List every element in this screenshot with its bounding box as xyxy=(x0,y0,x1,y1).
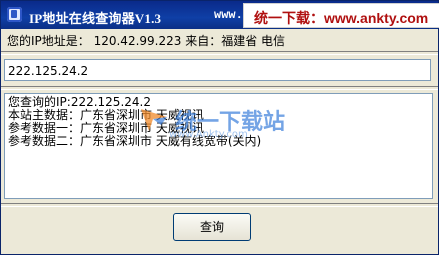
separator-middle xyxy=(1,86,438,90)
ip-input[interactable]: 222.125.24.2 xyxy=(4,59,431,81)
watermark-subtext: www.Ankty.com xyxy=(169,129,248,140)
title-bar[interactable]: IP地址在线查询器V1.3 www. i 统一下载：www.ankty.com xyxy=(1,1,439,29)
app-window: IP地址在线查询器V1.3 www. i 统一下载：www.ankty.com … xyxy=(0,0,439,255)
separator-top xyxy=(1,51,438,55)
your-ip-info: 您的IP地址是： 120.42.99.223 来自：福建省 电信 xyxy=(7,34,286,48)
window-title: IP地址在线查询器V1.3 xyxy=(29,11,162,26)
ad-banner-text: 统一下载：www.ankty.com xyxy=(254,10,429,26)
ad-banner: 统一下载：www.ankty.com xyxy=(243,3,439,28)
query-button[interactable]: 查询 xyxy=(173,213,251,241)
separator-bottom xyxy=(1,203,438,207)
app-icon xyxy=(7,7,22,22)
watermark-logo-icon xyxy=(141,109,167,131)
